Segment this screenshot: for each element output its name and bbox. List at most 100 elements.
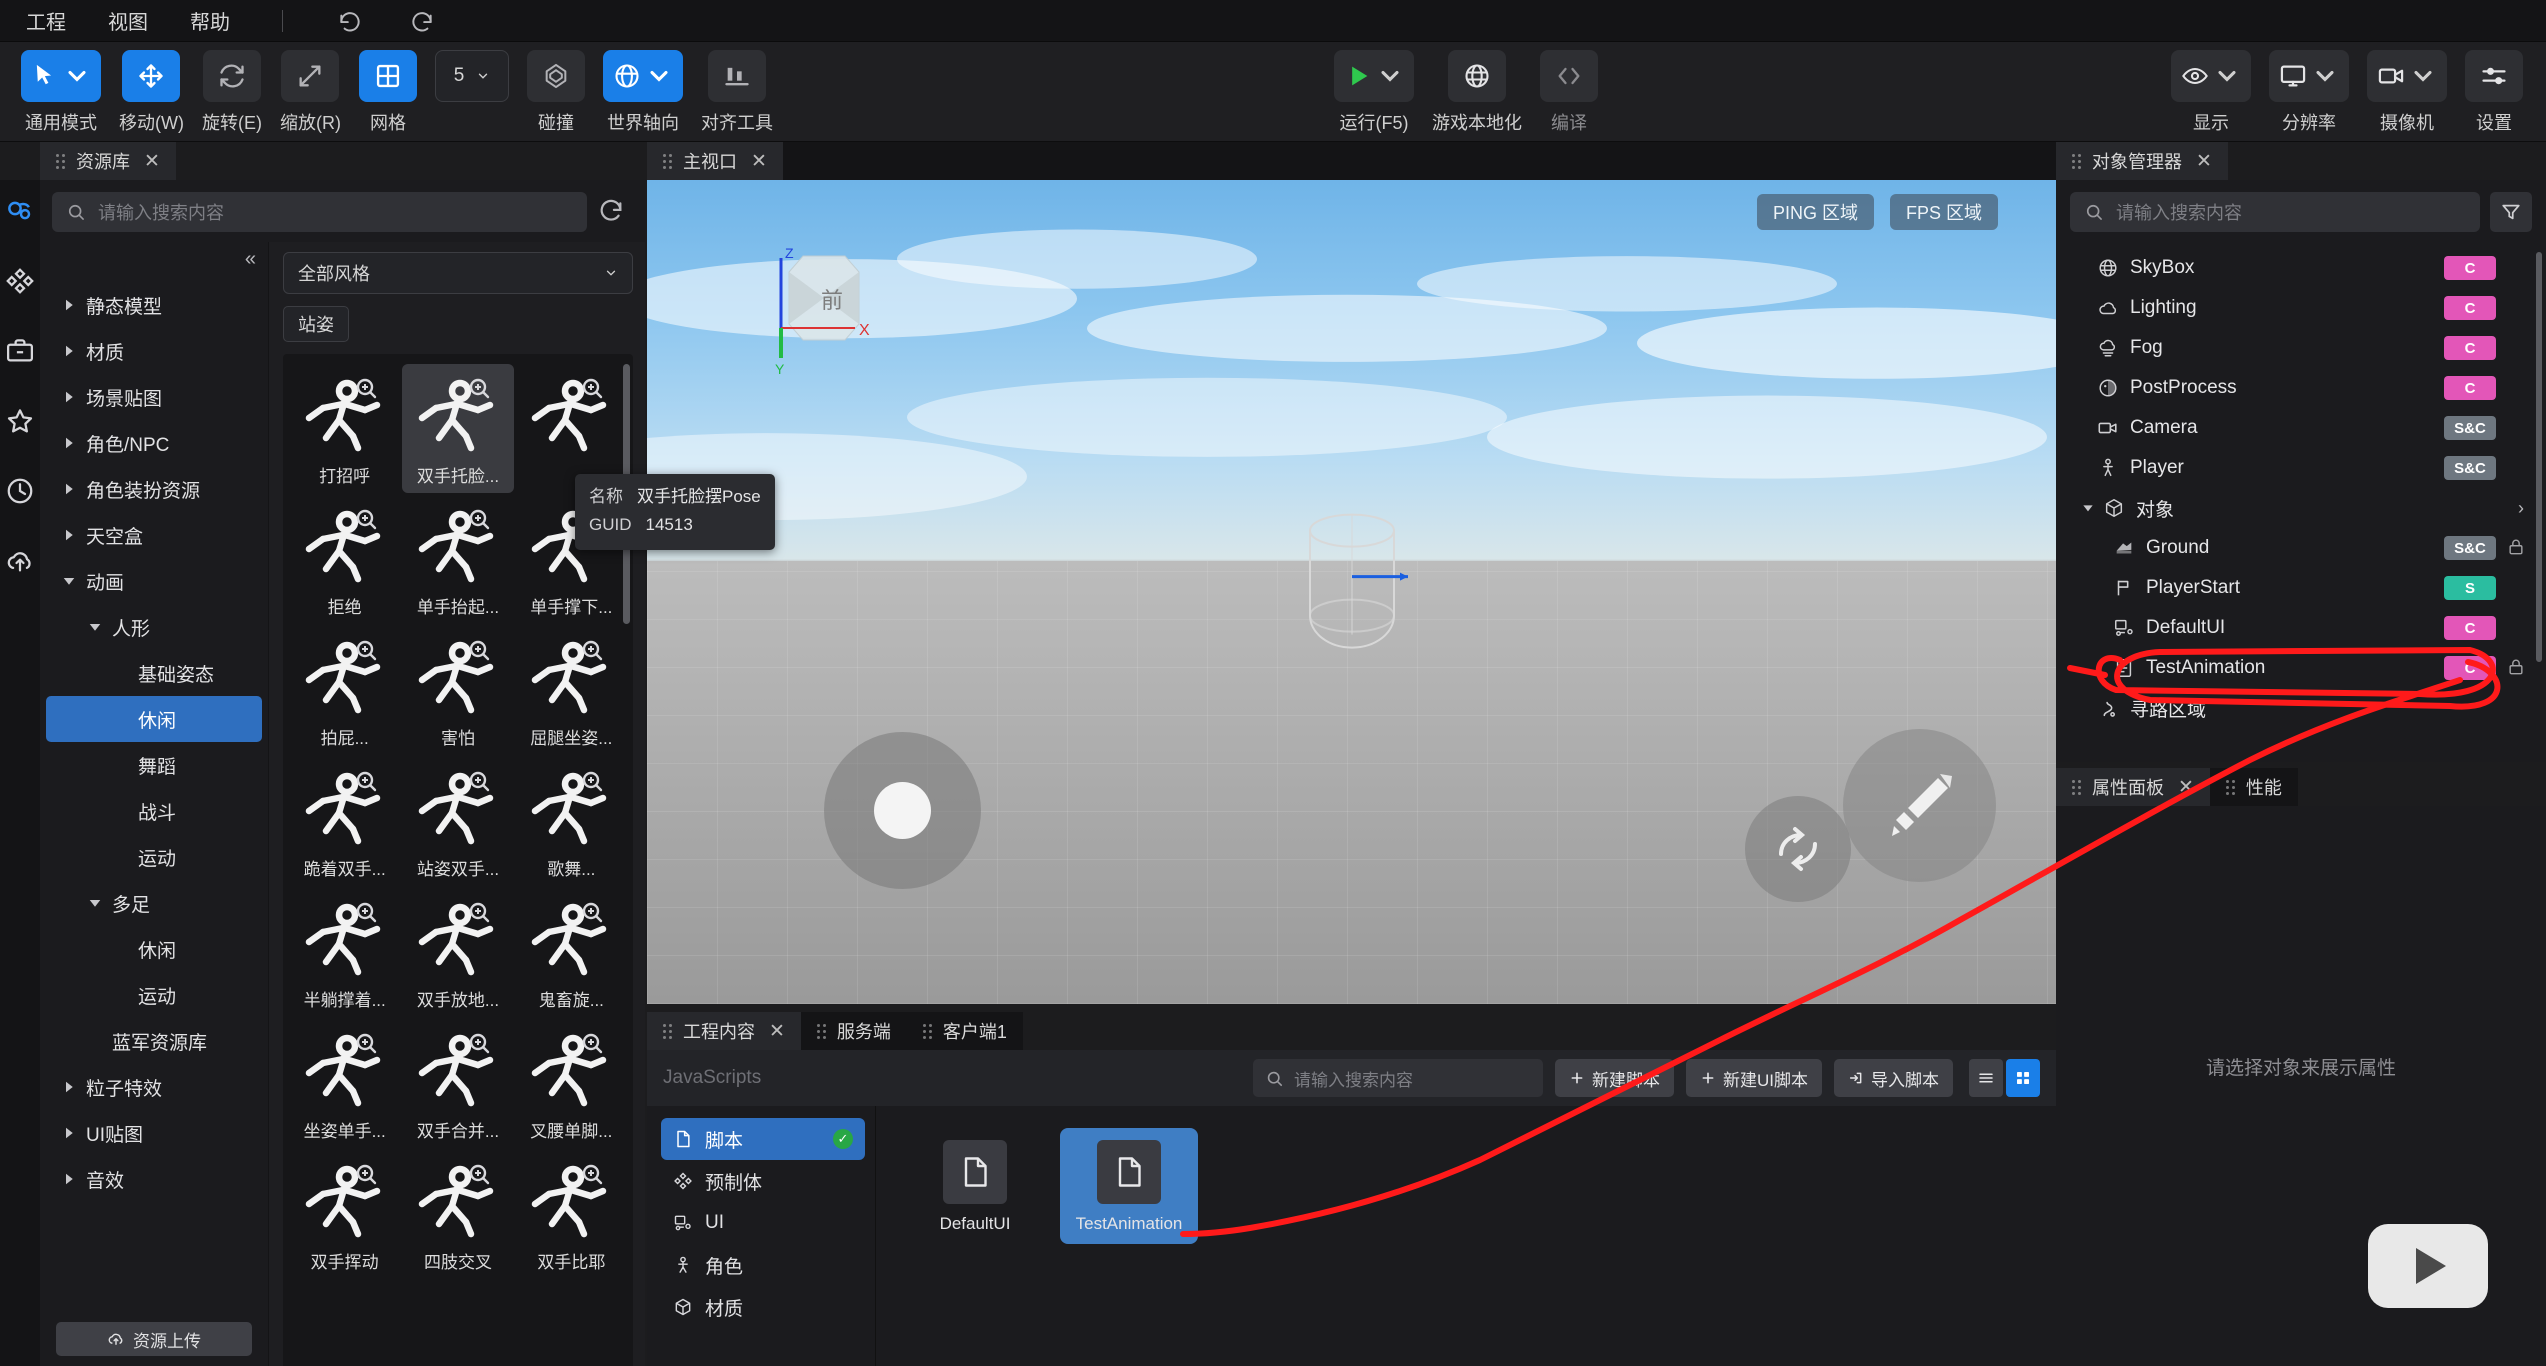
object-row[interactable]: TestAnimation C [2070, 648, 2532, 688]
object-row[interactable]: DefaultUI C [2070, 608, 2532, 648]
tool-display[interactable]: 显示 [2171, 42, 2251, 135]
cursor-icon[interactable] [21, 50, 101, 102]
asset-grid-item[interactable]: 双手放地... [402, 888, 513, 1017]
lock-toggle[interactable] [2506, 657, 2528, 679]
asset-grid-item[interactable]: 叉腰单脚... [516, 1019, 627, 1148]
tool-localization[interactable]: 游戏本地化 [1432, 42, 1522, 135]
tool-compile[interactable]: 编译 [1540, 42, 1598, 135]
asset-grid-item[interactable]: 拒绝 [289, 495, 400, 624]
asset-tree-item[interactable]: 多足 [46, 880, 262, 926]
menu-item-view[interactable]: 视图 [108, 6, 148, 35]
asset-grid-item[interactable]: 拍屁... [289, 626, 400, 755]
collision-icon[interactable] [526, 50, 585, 102]
drag-grip-icon[interactable] [2072, 153, 2082, 169]
asset-grid-item[interactable]: 屈腿坐姿... [516, 626, 627, 755]
drag-grip-icon[interactable] [2072, 779, 2082, 795]
script-file-card[interactable]: TestAnimation [1060, 1128, 1198, 1244]
grid-size-select[interactable]: 5 [434, 50, 509, 102]
asset-grid-item[interactable]: 歌舞... [516, 757, 627, 886]
asset-tree-item[interactable]: 休闲 [46, 926, 262, 972]
asset-tree-item[interactable]: 休闲 [46, 696, 262, 742]
world-axis-icon[interactable] [602, 50, 683, 102]
tool-resolution[interactable]: 分辨率 [2269, 42, 2349, 135]
bottom-panel-tab[interactable]: 工程内容 ✕ [647, 1012, 801, 1050]
filter-icon[interactable] [2490, 192, 2532, 232]
bottom-panel-tab[interactable]: 客户端1 [906, 1012, 1023, 1050]
drag-grip-icon[interactable] [56, 153, 66, 169]
asset-grid-item[interactable]: 害怕 [402, 626, 513, 755]
asset-grid-item[interactable]: 站姿双手... [402, 757, 513, 886]
star-icon[interactable] [3, 404, 37, 438]
asset-grid-item[interactable]: 双手挥动 [289, 1150, 400, 1279]
collapse-left-icon[interactable]: « [245, 248, 256, 271]
object-search-input[interactable]: 请输入搜索内容 [2070, 192, 2480, 232]
align-icon[interactable] [707, 50, 766, 102]
close-icon[interactable]: ✕ [144, 150, 160, 173]
project-category-item[interactable]: 预制体 [661, 1160, 865, 1202]
close-icon[interactable]: ✕ [2196, 150, 2212, 173]
asset-tree-item[interactable]: 粒子特效 [46, 1064, 262, 1110]
virtual-joystick[interactable] [824, 732, 981, 889]
tool-universal-mode[interactable]: 通用模式 [21, 42, 101, 135]
asset-grid-item[interactable]: 单手抬起... [402, 495, 513, 624]
search-input[interactable]: 请输入搜索内容 [52, 192, 587, 232]
asset-grid-item[interactable]: 四肢交叉 [402, 1150, 513, 1279]
attack-button[interactable] [1843, 729, 1996, 882]
property-panel-tab[interactable]: 性能 [2209, 768, 2298, 806]
drag-grip-icon[interactable] [816, 1023, 827, 1039]
asset-tree-item[interactable]: 战斗 [46, 788, 262, 834]
new-ui-script-button[interactable]: 新建UI脚本 [1686, 1059, 1822, 1097]
import-script-button[interactable]: 导入脚本 [1834, 1059, 1953, 1097]
close-icon[interactable]: ✕ [751, 150, 767, 173]
tool-grid[interactable]: 网格 [358, 42, 417, 135]
tool-run[interactable]: 运行(F5) [1334, 42, 1414, 135]
object-row[interactable]: Player S&C [2070, 448, 2532, 488]
asset-tree-item[interactable]: 人形 [46, 604, 262, 650]
object-row[interactable]: PostProcess C [2070, 368, 2532, 408]
jump-button[interactable] [1745, 796, 1851, 902]
viewport-canvas[interactable]: 前 Z X Y PING 区域 FPS 区域 [647, 180, 2056, 1004]
new-script-button[interactable]: 新建脚本 [1555, 1059, 1674, 1097]
project-category-item[interactable]: 脚本 ✓ [661, 1118, 865, 1160]
tool-move[interactable]: 移动(W) [119, 42, 184, 135]
script-search-input[interactable]: 请输入搜索内容 [1253, 1059, 1543, 1097]
tool-rotate[interactable]: 旋转(E) [202, 42, 262, 135]
object-list-scrollbar[interactable] [2536, 252, 2542, 662]
logo-icon[interactable] [3, 194, 37, 228]
asset-tree-item[interactable]: 基础姿态 [46, 650, 262, 696]
project-category-item[interactable]: 材质 [661, 1286, 865, 1328]
drag-grip-icon[interactable] [663, 153, 673, 169]
bottom-panel-tab[interactable]: 服务端 [800, 1012, 907, 1050]
object-row[interactable]: Fog C [2070, 328, 2532, 368]
drag-grip-icon[interactable] [663, 1023, 673, 1039]
grid-view-icon[interactable] [2006, 1059, 2040, 1097]
asset-grid-item[interactable]: 双手比耶 [516, 1150, 627, 1279]
refresh-icon[interactable] [597, 197, 627, 227]
tool-align[interactable]: 对齐工具 [701, 42, 773, 135]
tab-asset-library[interactable]: 资源库 ✕ [40, 142, 176, 180]
asset-tree-item[interactable]: 材质 [46, 328, 262, 374]
tab-main-viewport[interactable]: 主视口 ✕ [647, 142, 783, 180]
drag-grip-icon[interactable] [2225, 779, 2236, 795]
move-icon[interactable] [122, 50, 181, 102]
close-icon[interactable]: ✕ [2178, 776, 2194, 799]
object-row[interactable]: Camera S&C [2070, 408, 2532, 448]
lock-toggle[interactable] [2506, 537, 2528, 559]
tool-collision[interactable]: 碰撞 [526, 42, 585, 135]
assets-icon[interactable] [3, 264, 37, 298]
grid-size-stepper[interactable]: 5 [434, 42, 509, 102]
monitor-icon[interactable] [2269, 50, 2349, 102]
asset-grid-item[interactable]: 鬼畜旋... [516, 888, 627, 1017]
object-row[interactable]: SkyBox C [2070, 248, 2532, 288]
joystick-knob[interactable] [874, 782, 931, 839]
asset-grid-item[interactable]: 坐姿单手... [289, 1019, 400, 1148]
asset-tree-item[interactable]: 舞蹈 [46, 742, 262, 788]
chevron-right-icon[interactable]: › [2518, 498, 2524, 519]
object-row[interactable]: Ground S&C [2070, 528, 2532, 568]
tool-camera[interactable]: 摄像机 [2367, 42, 2447, 135]
menu-item-help[interactable]: 帮助 [190, 6, 230, 35]
code-icon[interactable] [1540, 50, 1598, 102]
tool-scale[interactable]: 缩放(R) [280, 42, 341, 135]
style-filter-select[interactable]: 全部风格 [283, 252, 633, 294]
asset-grid-item[interactable]: 双手托脸... [402, 364, 514, 493]
